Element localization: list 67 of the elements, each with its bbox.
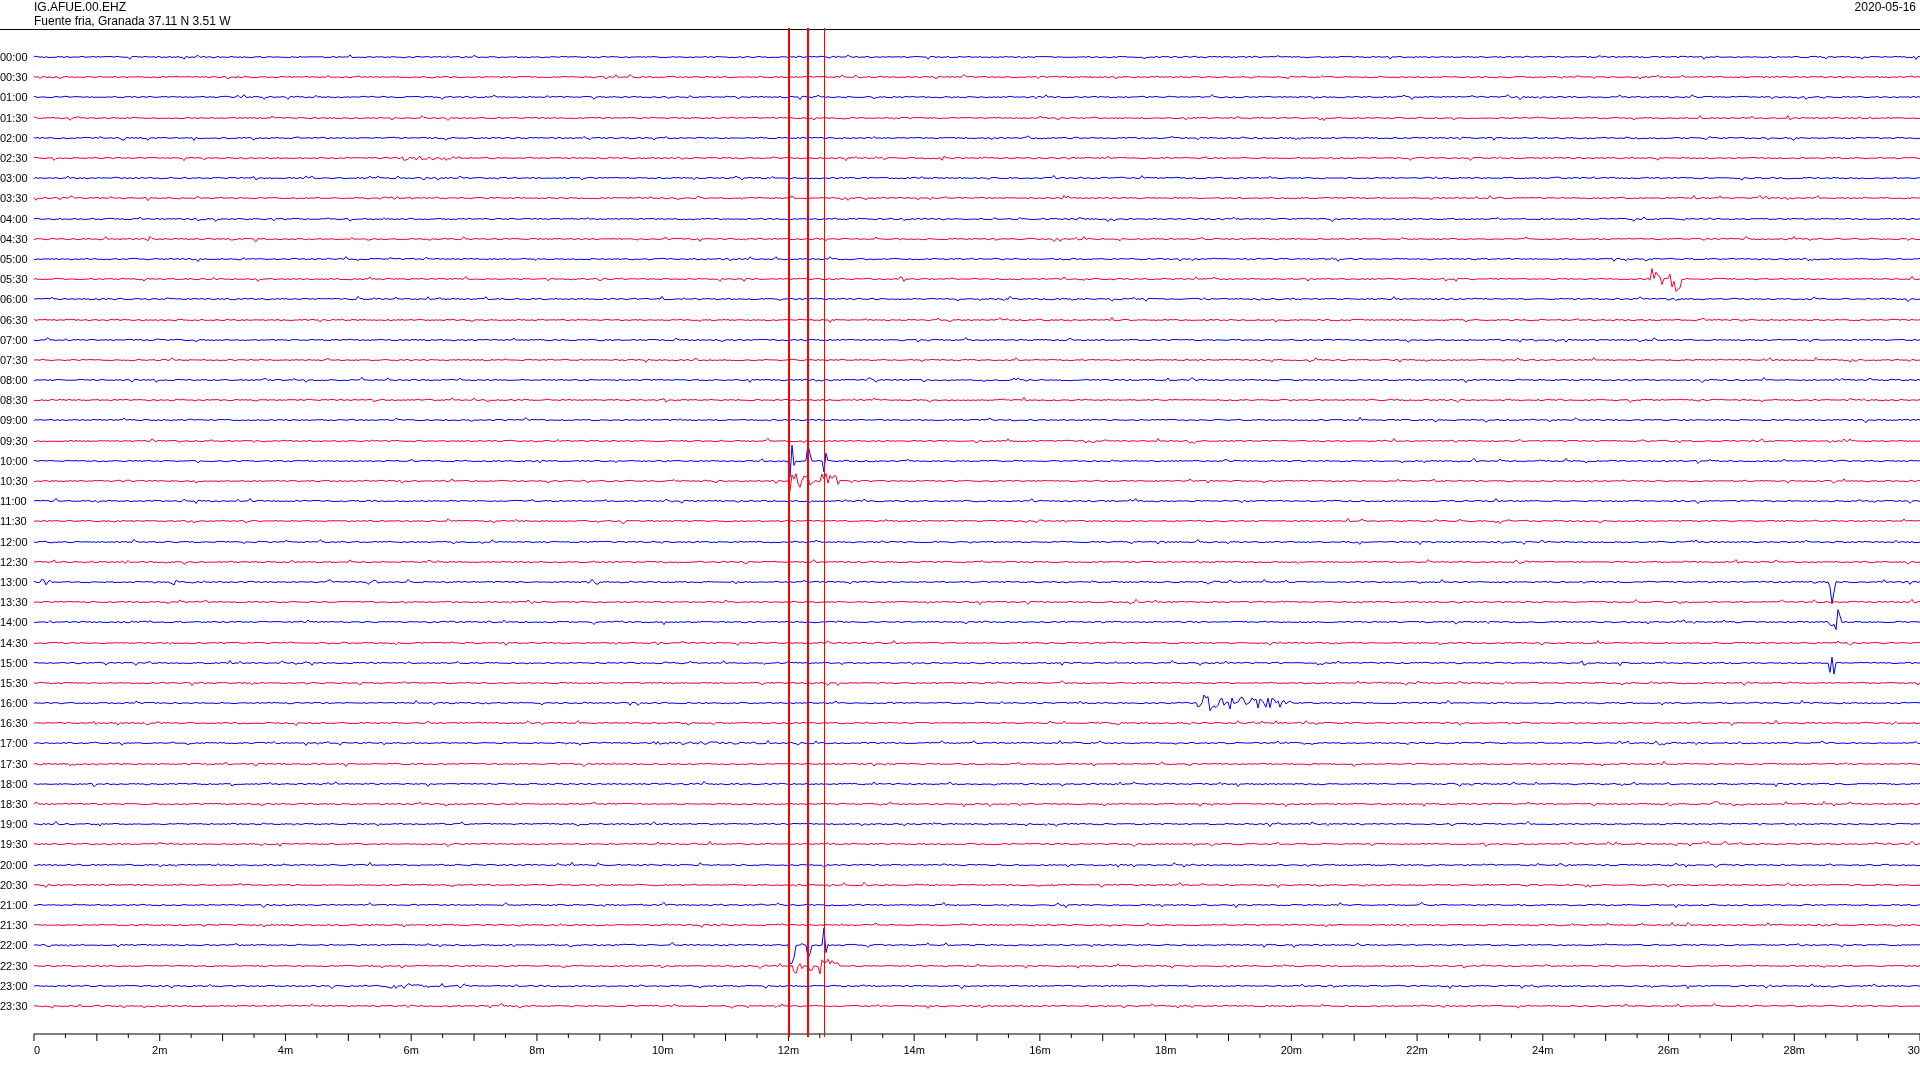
axis-label: 14m [903,1044,925,1056]
time-label: 12:30 [0,555,29,568]
time-label: 19:30 [0,838,29,851]
time-label: 13:30 [0,596,29,609]
time-label: 22:00 [0,939,29,952]
time-label: 06:00 [0,293,29,306]
time-label: 16:30 [0,717,29,730]
axis-label: 10m [651,1044,674,1056]
time-label: 14:30 [0,636,29,649]
time-label: 03:00 [0,172,29,185]
time-label: 02:30 [0,152,29,165]
time-label: 15:00 [0,656,29,669]
time-label: 05:30 [0,273,29,286]
time-label: 20:00 [0,858,29,871]
time-label: 00:30 [0,71,29,84]
time-label: 21:30 [0,919,29,932]
axis-label: 8m [529,1044,545,1056]
time-label: 18:00 [0,777,29,790]
time-label: 03:30 [0,192,29,205]
time-label: 06:30 [0,313,29,326]
plot-date: 2020-05-16 [1854,0,1916,16]
time-label: 13:00 [0,575,29,588]
station-location: Fuente fria, Granada 37.11 N 3.51 W [34,14,231,28]
time-label: 01:00 [0,91,29,104]
axis-label: 18m [1154,1044,1177,1056]
axis-label: 2m [152,1044,168,1056]
axis-label: 20m [1280,1044,1303,1056]
time-label: 07:00 [0,333,29,346]
axis-label: 6m [403,1044,419,1056]
time-label: 15:30 [0,676,29,689]
time-label: 05:00 [0,252,29,265]
time-label: 02:00 [0,131,29,144]
axis-label: 22m [1406,1044,1428,1056]
time-label: 17:00 [0,737,29,750]
time-label: 12:00 [0,535,29,548]
station-code: IG.AFUE.00.EHZ [34,0,128,14]
time-label: 10:30 [0,475,29,488]
time-label: 20:30 [0,878,29,891]
time-label: 19:00 [0,818,29,831]
time-label: 04:00 [0,212,29,225]
time-label: 11:30 [0,515,28,528]
time-label: 08:00 [0,374,29,387]
axis-label: 26m [1657,1044,1680,1056]
time-label: 07:30 [0,353,29,366]
time-label: 23:30 [0,999,29,1012]
time-label: 18:30 [0,798,29,811]
axis-label: 12m [777,1044,800,1056]
time-label: 21:00 [0,898,29,911]
time-label: 14:00 [0,616,29,629]
axis-label: 28m [1783,1044,1805,1056]
time-label: 22:30 [0,959,29,972]
time-label: 09:00 [0,414,29,427]
time-label: 16:00 [0,697,29,710]
axis-label: 0 [34,1044,41,1056]
time-label: 17:30 [0,757,29,770]
time-label: 01:30 [0,111,29,124]
time-label: 10:00 [0,454,29,467]
axis-label: 30 [1907,1044,1920,1056]
axis-label: 16m [1029,1044,1051,1056]
time-label: 00:00 [0,51,29,64]
time-label: 11:00 [0,495,28,508]
axis-label: 4m [277,1044,294,1056]
time-label: 08:30 [0,394,29,407]
time-label: 09:30 [0,434,29,447]
time-label: 04:30 [0,232,29,245]
time-label: 23:00 [0,979,29,992]
axis-label: 24m [1532,1044,1554,1056]
